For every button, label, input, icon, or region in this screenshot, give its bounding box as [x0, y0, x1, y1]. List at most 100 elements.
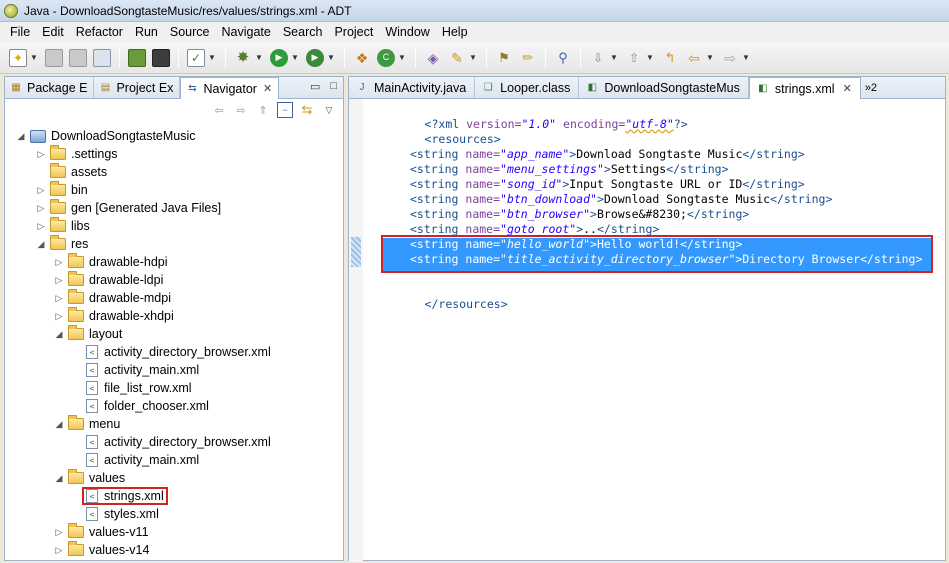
debug-dropdown-arrow-icon[interactable]: ▼	[255, 53, 263, 62]
tree-file-row[interactable]: < strings.xml	[71, 487, 168, 505]
tab-manifest[interactable]: ◧ DownloadSongtasteMus	[579, 77, 749, 98]
menu-edit[interactable]: Edit	[36, 25, 70, 39]
collapsed-twisty-icon[interactable]: ▷	[53, 311, 65, 322]
tree-file-row[interactable]: < folder_chooser.xml	[71, 397, 209, 415]
lint-dropdown-arrow-icon[interactable]: ▼	[208, 53, 216, 62]
tree-folder-row[interactable]: ▷ gen [Generated Java Files]	[35, 199, 221, 217]
forward-icon[interactable]: ⇨	[233, 102, 249, 118]
expanded-twisty-icon[interactable]: ◢	[53, 473, 65, 484]
tree-folder-row[interactable]: ▷ drawable-mdpi	[53, 289, 171, 307]
menu-file[interactable]: File	[4, 25, 36, 39]
expanded-twisty-icon[interactable]: ◢	[35, 239, 47, 250]
tab-looper-class[interactable]: ❑ Looper.class	[475, 77, 580, 98]
collapsed-twisty-icon[interactable]: ▷	[35, 149, 47, 160]
tab-project-explorer[interactable]: ▤ Project Ex	[94, 77, 181, 98]
open-task-icon[interactable]: ⚑	[495, 49, 513, 67]
new-icon[interactable]: ✦	[9, 48, 27, 67]
collapsed-twisty-icon[interactable]: ▷	[35, 185, 47, 196]
tree-folder-row[interactable]: ◢ values	[53, 469, 125, 487]
collapsed-twisty-icon[interactable]: ▷	[53, 293, 65, 304]
previous-annotation-icon[interactable]: ⇧	[625, 49, 643, 67]
tree-folder-row[interactable]: ▷ drawable-xhdpi	[53, 307, 174, 325]
previous-annotation-dropdown-arrow-icon[interactable]: ▼	[646, 53, 654, 62]
more-tabs-button[interactable]: »2	[861, 77, 881, 98]
expanded-twisty-icon[interactable]: ◢	[53, 419, 65, 430]
save-icon[interactable]	[45, 48, 63, 67]
tab-package-explorer[interactable]: ▦ Package E	[5, 77, 95, 98]
collapsed-twisty-icon[interactable]: ▷	[35, 203, 47, 214]
tree-folder-row[interactable]: ◢ res	[35, 235, 88, 253]
tab-navigator[interactable]: ⇆ Navigator ✕	[180, 77, 280, 99]
new-java-package-icon[interactable]: ❖	[353, 49, 371, 67]
tree-folder-row[interactable]: ▷ values-v11	[53, 523, 149, 541]
tree-file-row[interactable]: < file_list_row.xml	[71, 379, 192, 397]
collapse-all-icon[interactable]: −	[277, 102, 293, 118]
tree-folder-row[interactable]: ◢ layout	[53, 325, 122, 343]
search-dropdown-arrow-icon[interactable]: ▼	[469, 53, 477, 62]
next-annotation-icon[interactable]: ⇩	[589, 49, 607, 67]
collapsed-twisty-icon[interactable]: ▷	[53, 257, 65, 268]
view-menu-icon[interactable]: ▽	[321, 102, 337, 118]
next-annotation-dropdown-arrow-icon[interactable]: ▼	[610, 53, 618, 62]
menu-source[interactable]: Source	[164, 25, 216, 39]
tree-file-row[interactable]: < activity_main.xml	[71, 361, 199, 379]
tree-folder-row[interactable]: ▷ .settings	[35, 145, 118, 163]
tree-folder-row[interactable]: ▷ libs	[35, 217, 90, 235]
minimize-icon[interactable]: ▭	[310, 80, 320, 93]
last-edit-location-icon[interactable]: ↰	[661, 49, 679, 67]
menu-refactor[interactable]: Refactor	[70, 25, 129, 39]
android-avd-manager-icon[interactable]	[152, 48, 170, 67]
android-sdk-manager-icon[interactable]	[128, 48, 146, 67]
lint-check-icon[interactable]: ✓	[187, 48, 205, 67]
close-icon[interactable]: ✕	[263, 82, 272, 95]
tree-file-row[interactable]: < activity_directory_browser.xml	[71, 343, 271, 361]
menu-run[interactable]: Run	[129, 25, 164, 39]
collapsed-twisty-icon[interactable]: ▷	[53, 275, 65, 286]
menu-search[interactable]: Search	[277, 25, 329, 39]
tree-file-row[interactable]: < activity_directory_browser.xml	[71, 433, 271, 451]
expanded-twisty-icon[interactable]: ◢	[15, 131, 27, 142]
open-type-icon[interactable]: ◈	[424, 49, 442, 67]
collapsed-twisty-icon[interactable]: ▷	[53, 527, 65, 538]
external-tools-dropdown-arrow-icon[interactable]: ▼	[327, 53, 335, 62]
print-icon[interactable]	[93, 48, 111, 67]
menu-navigate[interactable]: Navigate	[216, 25, 277, 39]
tab-strings-xml[interactable]: ◧ strings.xml ✕	[748, 77, 861, 99]
tree-file-row[interactable]: < styles.xml	[71, 505, 159, 523]
pin-editor-icon[interactable]: ⚲	[554, 49, 572, 67]
menu-help[interactable]: Help	[436, 25, 474, 39]
new-java-class-icon[interactable]: C	[377, 48, 395, 67]
forward-icon[interactable]: ⇨	[721, 49, 739, 67]
tree-folder-row[interactable]: ▷ bin	[35, 181, 88, 199]
back-icon[interactable]: ⇦	[211, 102, 227, 118]
new-class-dropdown-arrow-icon[interactable]: ▼	[398, 53, 406, 62]
maximize-icon[interactable]: □	[330, 80, 337, 93]
back-dropdown-arrow-icon[interactable]: ▼	[706, 53, 714, 62]
back-icon[interactable]: ⇦	[685, 49, 703, 67]
run-icon[interactable]: ▶	[270, 48, 288, 67]
tree-file-row[interactable]: < activity_main.xml	[71, 451, 199, 469]
tree-folder-row[interactable]: ◢ menu	[53, 415, 120, 433]
tab-mainactivity-java[interactable]: J MainActivity.java	[349, 77, 476, 98]
link-with-editor-icon[interactable]: ⇆	[299, 102, 315, 118]
collapsed-twisty-icon[interactable]: ▷	[35, 221, 47, 232]
forward-dropdown-arrow-icon[interactable]: ▼	[742, 53, 750, 62]
run-dropdown-arrow-icon[interactable]: ▼	[291, 53, 299, 62]
menu-window[interactable]: Window	[379, 25, 435, 39]
tree-folder-row[interactable]: ▷ drawable-ldpi	[53, 271, 163, 289]
search-icon[interactable]: ✎	[448, 49, 466, 67]
collapsed-twisty-icon[interactable]: ▷	[53, 545, 65, 556]
external-tools-icon[interactable]: ▶	[306, 48, 324, 67]
up-icon[interactable]: ⇑	[255, 102, 271, 118]
tree-folder-row[interactable]: ▷ drawable-hdpi	[53, 253, 168, 271]
new-dropdown-arrow-icon[interactable]: ▼	[30, 53, 38, 62]
debug-icon[interactable]: ✸	[234, 49, 252, 67]
tree-folder-row[interactable]: ▷ values-v14	[53, 541, 149, 557]
menu-project[interactable]: Project	[328, 25, 379, 39]
save-all-icon[interactable]	[69, 48, 87, 67]
toggle-mark-occurrences-icon[interactable]: ✏	[519, 49, 537, 67]
expanded-twisty-icon[interactable]: ◢	[53, 329, 65, 340]
tree-project-row[interactable]: ◢ DownloadSongtasteMusic	[15, 127, 196, 145]
close-icon[interactable]: ✕	[843, 82, 852, 95]
tree-folder-row[interactable]: assets	[35, 163, 107, 181]
